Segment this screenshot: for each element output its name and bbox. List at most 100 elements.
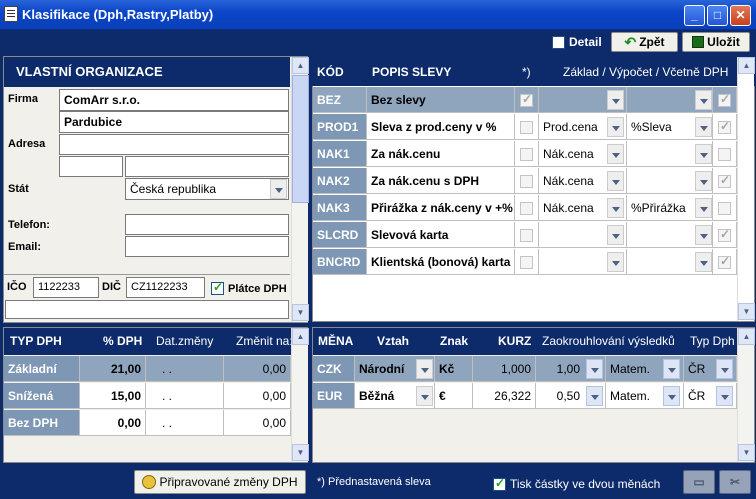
currency-code-cell[interactable]: EUR bbox=[313, 383, 355, 409]
minimize-button[interactable]: _ bbox=[684, 5, 705, 26]
firma-city-field[interactable]: Pardubice bbox=[59, 111, 289, 133]
discount-code-cell[interactable]: SLCRD bbox=[313, 222, 367, 248]
base-dropdown-arrow[interactable] bbox=[607, 171, 624, 191]
vat-scroll-down-icon[interactable]: ▼ bbox=[292, 444, 309, 461]
org-note-field[interactable] bbox=[5, 300, 289, 319]
currency-scrollbar[interactable]: ▲ ▼ bbox=[737, 328, 755, 462]
cut-button[interactable]: ✂ bbox=[719, 470, 751, 494]
discount-code-cell[interactable]: NAK1 bbox=[313, 141, 367, 167]
vat-date-cell[interactable]: . . bbox=[146, 356, 224, 382]
base-dropdown-arrow[interactable] bbox=[607, 252, 624, 272]
vat-scrollbar[interactable]: ▲ ▼ bbox=[291, 328, 309, 462]
calc-dropdown-arrow[interactable] bbox=[695, 90, 712, 110]
base-dropdown-arrow[interactable] bbox=[607, 144, 624, 164]
rel-dropdown-arrow[interactable] bbox=[416, 359, 433, 379]
print-dual-currency-checkbox[interactable] bbox=[493, 476, 506, 491]
preset-checkbox[interactable] bbox=[520, 229, 533, 243]
save-button[interactable]: Uložit bbox=[682, 32, 750, 52]
platce-dph-checkbox[interactable]: Plátce DPH bbox=[211, 280, 287, 295]
discount-code-cell[interactable]: NAK3 bbox=[313, 195, 367, 221]
adresa-city-field[interactable] bbox=[125, 156, 289, 177]
discount-code-cell[interactable]: PROD1 bbox=[313, 114, 367, 140]
close-button[interactable]: ✕ bbox=[730, 5, 751, 26]
dic-field[interactable]: CZ1122233 bbox=[126, 277, 205, 298]
vat-date-cell[interactable]: . . bbox=[146, 383, 224, 409]
adresa-zip-field[interactable] bbox=[59, 156, 123, 177]
discount-desc-cell[interactable]: Za nák.cenu bbox=[367, 141, 515, 167]
method-dropdown-arrow[interactable] bbox=[663, 359, 680, 379]
currency-sign-cell[interactable]: € bbox=[435, 383, 473, 409]
base-dropdown-arrow[interactable] bbox=[607, 198, 624, 218]
calc-dropdown-arrow[interactable] bbox=[695, 252, 712, 272]
round-dropdown-arrow[interactable] bbox=[586, 359, 603, 379]
currency-scroll-up-icon[interactable]: ▲ bbox=[738, 328, 755, 345]
print-dual-currency-toggle[interactable]: Tisk částky ve dvou měnách bbox=[493, 476, 660, 491]
base-dropdown-arrow[interactable] bbox=[607, 90, 624, 110]
vat-date-cell[interactable]: . . bbox=[146, 410, 224, 436]
discount-desc-cell[interactable]: Bez slevy bbox=[367, 87, 515, 113]
discount-code-cell[interactable]: NAK2 bbox=[313, 168, 367, 194]
back-button[interactable]: ↶ Zpět bbox=[611, 32, 678, 52]
preset-checkbox[interactable] bbox=[520, 202, 533, 216]
stat-select[interactable]: Česká republika bbox=[125, 178, 289, 200]
detail-toggle[interactable]: Detail bbox=[552, 35, 602, 49]
incl-vat-checkbox[interactable] bbox=[718, 173, 731, 189]
vat-rate-cell[interactable]: 15,00 bbox=[80, 383, 146, 409]
vat-change-cell[interactable]: 0,00 bbox=[224, 410, 291, 436]
discount-desc-cell[interactable]: Klientská (bonová) karta bbox=[367, 249, 515, 275]
preset-checkbox[interactable] bbox=[520, 148, 533, 162]
vat-dropdown-arrow[interactable] bbox=[716, 359, 733, 379]
discount-code-cell[interactable]: BNCRD bbox=[313, 249, 367, 275]
discount-scrollbar[interactable]: ▲ ▼ bbox=[737, 57, 755, 321]
firma-name-field[interactable]: ComArr s.r.o. bbox=[59, 89, 289, 111]
discount-desc-cell[interactable]: Přirážka z nák.ceny v +% bbox=[367, 195, 515, 221]
vat-type-cell[interactable]: Základní bbox=[4, 356, 80, 382]
incl-vat-checkbox[interactable] bbox=[718, 227, 731, 243]
incl-vat-checkbox[interactable] bbox=[718, 202, 731, 216]
maximize-button[interactable]: □ bbox=[707, 5, 728, 26]
preset-checkbox[interactable] bbox=[520, 121, 533, 135]
currency-sign-cell[interactable]: Kč bbox=[435, 356, 473, 382]
discount-scroll-up-icon[interactable]: ▲ bbox=[738, 57, 755, 74]
preset-checkbox[interactable] bbox=[520, 92, 533, 108]
discount-desc-cell[interactable]: Sleva z prod.ceny v % bbox=[367, 114, 515, 140]
vat-scroll-up-icon[interactable]: ▲ bbox=[292, 328, 309, 345]
currency-scroll-down-icon[interactable]: ▼ bbox=[738, 444, 755, 461]
currency-code-cell[interactable]: CZK bbox=[313, 356, 355, 382]
calc-dropdown-arrow[interactable] bbox=[695, 144, 712, 164]
platce-dph-check[interactable] bbox=[211, 280, 224, 295]
discount-desc-cell[interactable]: Slevová karta bbox=[367, 222, 515, 248]
vat-change-cell[interactable]: 0,00 bbox=[224, 356, 291, 382]
calc-dropdown-arrow[interactable] bbox=[695, 171, 712, 191]
preset-checkbox[interactable] bbox=[520, 175, 533, 189]
planned-changes-button[interactable]: Připravované změny DPH bbox=[134, 470, 306, 494]
adresa-street-field[interactable] bbox=[59, 134, 289, 155]
preset-checkbox[interactable] bbox=[520, 256, 533, 270]
method-dropdown-arrow[interactable] bbox=[663, 386, 680, 406]
base-dropdown-arrow[interactable] bbox=[607, 225, 624, 245]
incl-vat-checkbox[interactable] bbox=[718, 119, 731, 135]
incl-vat-checkbox[interactable] bbox=[718, 148, 731, 162]
vat-type-cell[interactable]: Bez DPH bbox=[4, 410, 80, 436]
scroll-up-icon[interactable]: ▲ bbox=[292, 57, 309, 74]
telefon-field[interactable] bbox=[125, 214, 289, 235]
discount-desc-cell[interactable]: Za nák.cenu s DPH bbox=[367, 168, 515, 194]
calc-dropdown-arrow[interactable] bbox=[695, 225, 712, 245]
vat-type-cell[interactable]: Snížená bbox=[4, 383, 80, 409]
stat-dropdown-arrow[interactable] bbox=[270, 179, 287, 199]
scroll-down-icon[interactable]: ▼ bbox=[292, 304, 309, 321]
email-field[interactable] bbox=[125, 236, 289, 257]
calc-dropdown-arrow[interactable] bbox=[695, 117, 712, 137]
discount-scroll-down-icon[interactable]: ▼ bbox=[738, 303, 755, 320]
currency-rate-cell[interactable]: 26,322 bbox=[473, 383, 536, 409]
vat-rate-cell[interactable]: 0,00 bbox=[80, 410, 146, 436]
vat-dropdown-arrow[interactable] bbox=[716, 386, 733, 406]
paste-button[interactable]: ▭ bbox=[683, 470, 715, 494]
currency-rate-cell[interactable]: 1,000 bbox=[473, 356, 536, 382]
rel-dropdown-arrow[interactable] bbox=[416, 386, 433, 406]
vat-change-cell[interactable]: 0,00 bbox=[224, 383, 291, 409]
discount-code-cell[interactable]: BEZ bbox=[313, 87, 367, 113]
calc-dropdown-arrow[interactable] bbox=[695, 198, 712, 218]
base-dropdown-arrow[interactable] bbox=[607, 117, 624, 137]
vat-rate-cell[interactable]: 21,00 bbox=[80, 356, 146, 382]
